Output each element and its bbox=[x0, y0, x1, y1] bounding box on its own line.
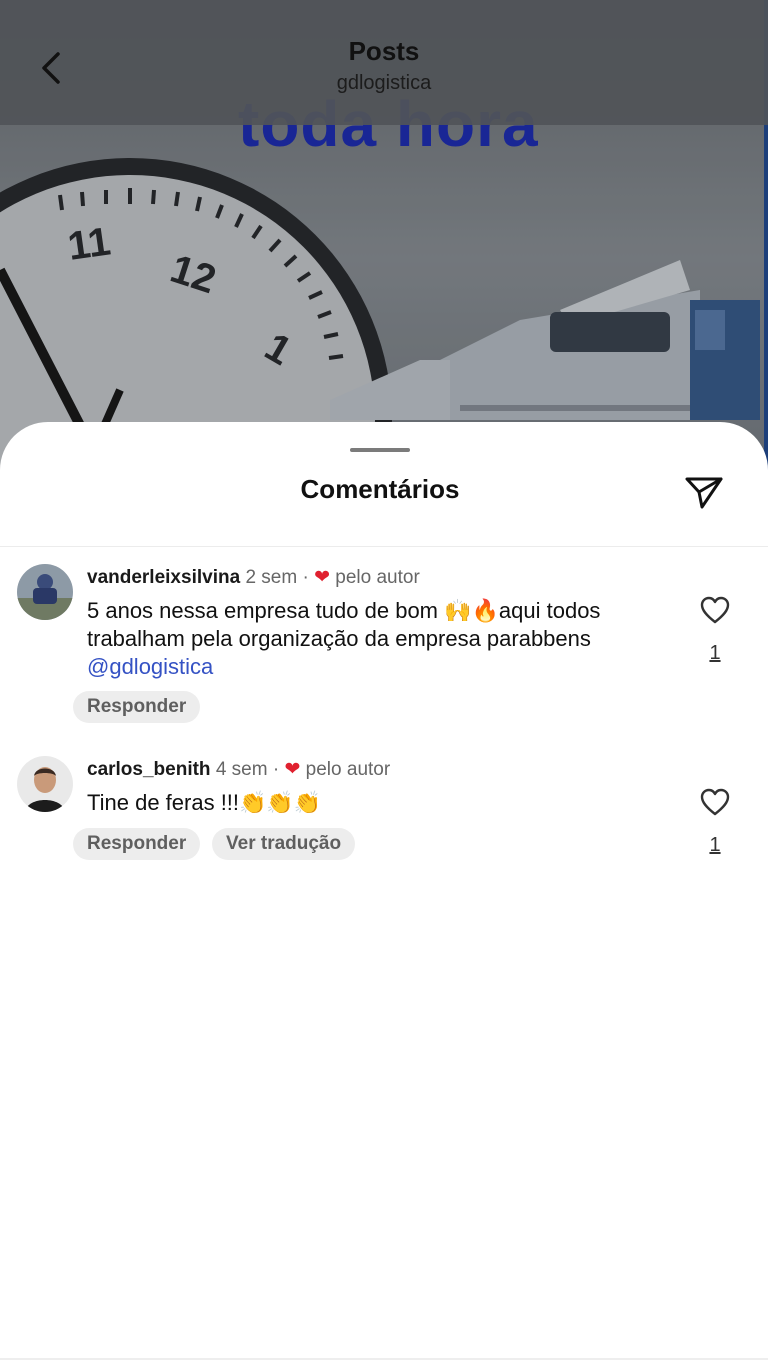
like-count[interactable]: 1 bbox=[708, 834, 722, 857]
reply-button[interactable]: Responder bbox=[73, 828, 201, 860]
comment-text-main: Tine de feras !!!👏👏👏 bbox=[87, 790, 322, 815]
sheet-grabber[interactable] bbox=[350, 448, 410, 452]
heart-outline-icon bbox=[700, 788, 730, 816]
heart-filled-icon: ❤ bbox=[284, 759, 301, 780]
share-button[interactable] bbox=[682, 470, 726, 514]
meta-separator: · bbox=[302, 567, 309, 588]
comment-meta: vanderleixsilvina 2 sem · ❤ pelo autor bbox=[87, 566, 420, 589]
bottom-edge bbox=[0, 1358, 768, 1360]
reply-button[interactable]: Responder bbox=[73, 691, 201, 723]
comment-username[interactable]: vanderleixsilvina bbox=[87, 567, 240, 588]
mention-link[interactable]: @gdlogistica bbox=[87, 654, 213, 679]
avatar-image bbox=[17, 756, 73, 812]
avatar[interactable] bbox=[17, 756, 73, 812]
page-subtitle[interactable]: gdlogistica bbox=[0, 72, 768, 95]
like-button[interactable] bbox=[700, 788, 730, 816]
comments-sheet: Comentários vanderleixsilvina 2 sem · ❤ … bbox=[0, 422, 768, 1365]
avatar[interactable] bbox=[17, 564, 73, 620]
comment-time: 4 sem bbox=[215, 759, 268, 780]
avatar-image bbox=[17, 564, 73, 620]
comment-text-main: 5 anos nessa empresa tudo de bom 🙌🔥aqui … bbox=[87, 598, 601, 651]
comment-username[interactable]: carlos_benith bbox=[87, 759, 211, 780]
liked-by-label: pelo autor bbox=[335, 567, 420, 588]
page-title: Posts bbox=[348, 36, 420, 66]
liked-by-label: pelo autor bbox=[305, 759, 391, 780]
comment-time: 2 sem bbox=[245, 567, 298, 588]
meta-separator: · bbox=[272, 759, 280, 780]
comment-text: Tine de feras !!!👏👏👏 bbox=[87, 789, 647, 817]
sheet-title: Comentários bbox=[300, 474, 460, 504]
like-button[interactable] bbox=[700, 596, 730, 624]
comment-meta: carlos_benith 4 sem · ❤ pelo autor bbox=[87, 758, 390, 781]
sheet-divider bbox=[0, 546, 768, 547]
heart-outline-icon bbox=[700, 596, 730, 624]
comment-text: 5 anos nessa empresa tudo de bom 🙌🔥aqui … bbox=[87, 597, 647, 681]
top-header: Posts gdlogistica bbox=[0, 0, 768, 125]
paper-plane-icon bbox=[685, 477, 723, 509]
see-translation-button[interactable]: Ver tradução bbox=[212, 828, 356, 860]
heart-filled-icon: ❤ bbox=[314, 567, 330, 588]
like-count[interactable]: 1 bbox=[708, 642, 722, 665]
